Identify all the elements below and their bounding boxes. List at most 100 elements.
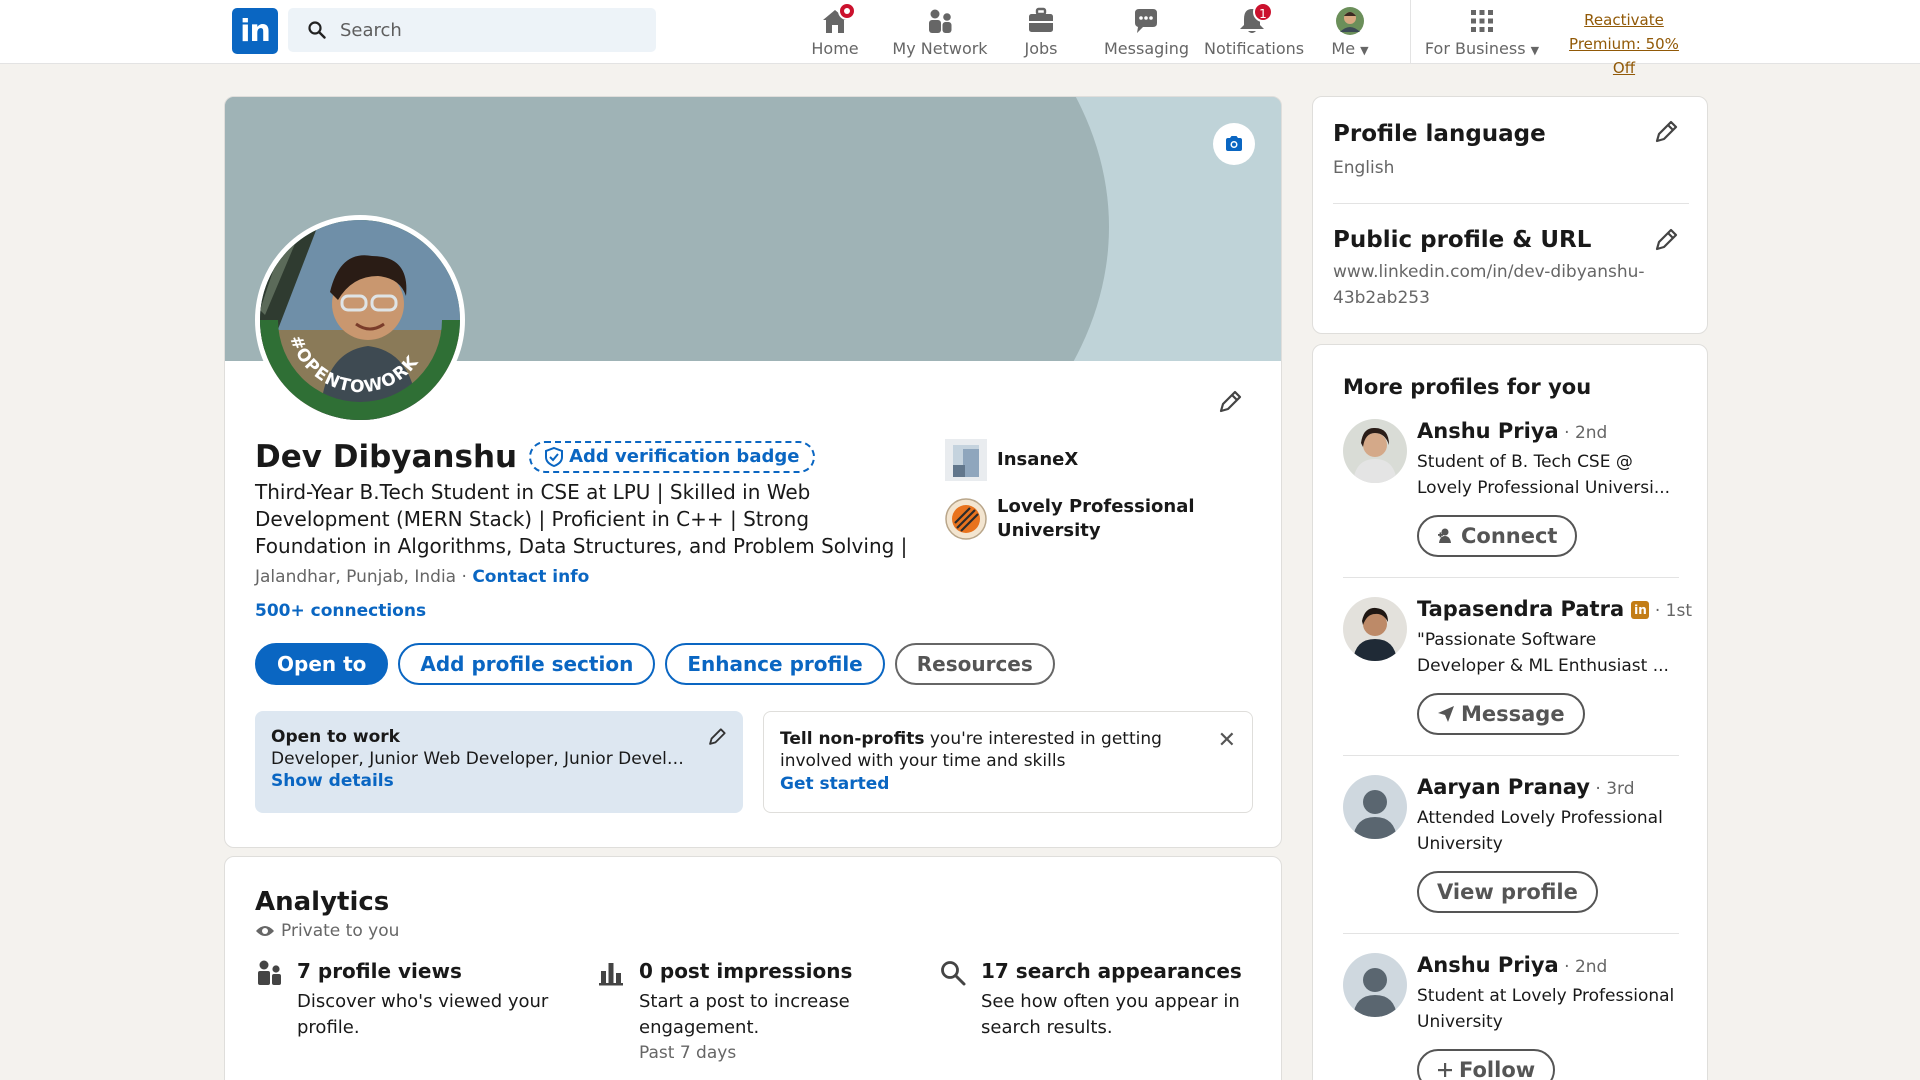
profile-language-value: English (1333, 158, 1395, 178)
nav-for-business-label: For Business ▼ (1424, 39, 1540, 58)
nav-home[interactable]: Home (800, 2, 870, 60)
follow-button[interactable]: Follow (1417, 1049, 1556, 1080)
view-profile-button[interactable]: View profile (1417, 871, 1598, 913)
suggestion-description: "Passionate Software Developer & ML Enth… (1417, 630, 1669, 676)
profile-suggestion[interactable]: Tapasendra Patra in · 1st "Passionate So… (1343, 597, 1692, 747)
profile-photo[interactable]: #OPENTOWORK (255, 215, 465, 425)
lpu-logo-icon (945, 498, 987, 540)
metric-description: Discover who's viewed your profile. (297, 991, 549, 1038)
public-url-title: Public profile & URL (1333, 227, 1592, 253)
experience-item-lpu[interactable]: Lovely Professional University (945, 495, 1265, 543)
show-details-link[interactable]: Show details (271, 771, 727, 791)
linkedin-logo[interactable]: in (232, 8, 278, 54)
message-button[interactable]: Message (1417, 693, 1585, 735)
divider (1343, 933, 1679, 934)
grid-icon (1467, 6, 1497, 36)
location-text: Jalandhar, Punjab, India (255, 567, 457, 587)
send-icon (1438, 706, 1454, 722)
edit-open-to-work-button[interactable] (707, 727, 727, 752)
close-icon[interactable]: ✕ (1218, 728, 1236, 753)
resources-button[interactable]: Resources (894, 643, 1055, 685)
verification-label: Add verification badge (569, 446, 800, 467)
add-profile-section-button[interactable]: Add profile section (398, 643, 656, 685)
reactivate-premium-link[interactable]: Reactivate Premium: 50% Off (1556, 8, 1692, 80)
plus-icon (1438, 1063, 1452, 1077)
nav-jobs-label: Jobs (1024, 39, 1058, 58)
follow-label: Follow (1459, 1058, 1536, 1080)
nav-jobs[interactable]: Jobs (1010, 4, 1072, 60)
linkedin-premium-icon: in (1631, 601, 1650, 619)
nav-for-business[interactable]: For Business ▼ (1424, 4, 1540, 60)
connect-button[interactable]: Connect (1417, 515, 1578, 557)
connection-degree: · 2nd (1558, 423, 1608, 443)
profile-settings-card: Profile language English Public profile … (1312, 96, 1708, 334)
nav-notifications-label: Notifications (1204, 39, 1305, 58)
avatar (1343, 597, 1407, 661)
connections-link[interactable]: 500+ connections (255, 601, 426, 621)
suggestion-name: Anshu Priya · 2nd (1417, 953, 1607, 977)
open-to-work-title: Open to work (271, 727, 400, 747)
eye-icon (256, 926, 274, 936)
me-avatar-icon (1335, 6, 1365, 36)
more-profiles-card: More profiles for you Anshu Priya · 2nd … (1312, 344, 1708, 1080)
profile-suggestion[interactable]: Anshu Priya · 2nd Student of B. Tech CSE… (1343, 419, 1679, 569)
verified-shield-icon (545, 447, 564, 467)
divider (1333, 203, 1689, 204)
open-to-button[interactable]: Open to (255, 643, 389, 685)
search-icon (941, 961, 966, 986)
messaging-icon (1131, 6, 1161, 36)
public-url-value[interactable]: www.linkedin.com/in/dev-dibyanshu-43b2ab… (1333, 259, 1653, 311)
nonprofit-bold-text: Tell non-profits (780, 729, 925, 749)
view-profile-label: View profile (1437, 880, 1578, 904)
suggestion-name: Tapasendra Patra in · 1st (1417, 597, 1692, 621)
analytics-title: Analytics (255, 887, 390, 917)
analytics-privacy-text: Private to you (281, 921, 400, 941)
nav-my-network[interactable]: My Network (886, 4, 994, 60)
suggestion-description: Student at Lovely Professional Universit… (1417, 986, 1675, 1032)
get-started-link[interactable]: Get started (780, 774, 1236, 794)
profile-card: #OPENTOWORK Dev Dibyanshu Add verificati… (224, 96, 1282, 848)
divider (1343, 577, 1679, 578)
search-input[interactable] (340, 8, 640, 52)
nav-notifications[interactable]: 1 Notifications (1204, 2, 1305, 60)
insanex-logo-icon (945, 439, 987, 481)
edit-banner-button[interactable] (1213, 123, 1255, 165)
edit-profile-language-button[interactable] (1653, 119, 1679, 149)
suggestion-name-text: Anshu Priya (1417, 953, 1559, 977)
suggestion-name: Anshu Priya · 2nd (1417, 419, 1607, 443)
location-line: Jalandhar, Punjab, India · Contact info (255, 567, 589, 587)
enhance-profile-button[interactable]: Enhance profile (665, 643, 885, 685)
profile-suggestion[interactable]: Aaryan Pranay · 3rd Attended Lovely Prof… (1343, 775, 1679, 925)
connection-degree: · 2nd (1558, 957, 1608, 977)
nav-my-network-label: My Network (892, 39, 988, 58)
search-icon (308, 21, 326, 39)
experience-item-insanex[interactable]: InsaneX (945, 439, 1265, 481)
metric-title: 17 search appearances (981, 959, 1242, 983)
suggestion-name-text: Aaryan Pranay (1417, 775, 1590, 799)
suggestion-name-text: Tapasendra Patra (1417, 597, 1625, 621)
connection-degree: · 1st (1649, 601, 1692, 621)
camera-icon (1226, 136, 1242, 151)
premium-line-2: Premium: 50% Off (1569, 35, 1679, 77)
bell-icon: 1 (1237, 2, 1273, 36)
nav-messaging[interactable]: Messaging (1104, 4, 1189, 60)
profile-headline: Third-Year B.Tech Student in CSE at LPU … (255, 480, 908, 558)
analytics-privacy: Private to you (255, 921, 399, 941)
pencil-icon (1219, 390, 1242, 413)
connection-degree: · 3rd (1589, 779, 1635, 799)
profile-suggestion[interactable]: Anshu Priya · 2nd Student at Lovely Prof… (1343, 953, 1679, 1080)
open-to-work-box: Open to work Developer, Junior Web Devel… (255, 711, 743, 813)
add-verification-badge-button[interactable]: Add verification badge (529, 441, 816, 473)
suggestion-description: Attended Lovely Professional University (1417, 808, 1663, 854)
premium-line-1: Reactivate (1584, 11, 1664, 29)
search-box[interactable] (288, 8, 656, 52)
open-to-work-roles: Developer, Junior Web Developer, Junior … (271, 749, 691, 769)
nav-me[interactable]: Me ▼ (1318, 4, 1382, 60)
contact-info-link[interactable]: Contact info (472, 567, 589, 587)
edit-public-url-button[interactable] (1653, 227, 1679, 257)
edit-intro-button[interactable] (1217, 389, 1243, 419)
metric-period: Past 7 days (639, 1043, 737, 1063)
connect-label: Connect (1461, 524, 1558, 548)
home-icon (820, 2, 856, 36)
profile-name: Dev Dibyanshu (255, 439, 518, 475)
